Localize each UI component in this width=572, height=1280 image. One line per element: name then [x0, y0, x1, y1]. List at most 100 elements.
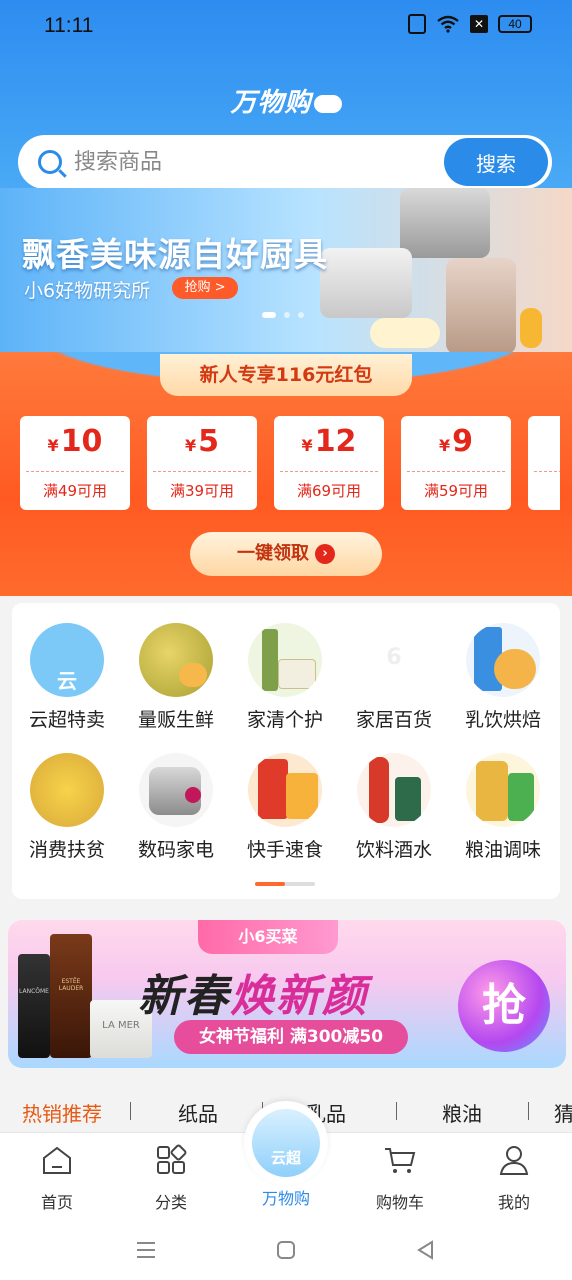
skincare-icon: [248, 623, 322, 697]
coupon-condition: 满39可用: [169, 482, 235, 500]
banner-buy-button[interactable]: 抢购 >: [172, 277, 238, 299]
category-item[interactable]: 云 云超特卖: [12, 623, 122, 732]
coupon-list[interactable]: ¥10 满49可用 ¥5 满39可用 ¥12 满69可用 ¥9 满59可用 ¥ …: [20, 416, 560, 510]
tab-divider: [528, 1102, 529, 1120]
tab-hot[interactable]: 热销推荐: [22, 1098, 102, 1127]
promo-banner[interactable]: LANCÔME ESTĒE LAUDER LA MER 小6买菜 新春焕新颜 女…: [8, 920, 566, 1068]
pagination-dot: [262, 312, 276, 318]
coupon-condition: 满69可用: [296, 482, 362, 500]
milk-icon: [466, 623, 540, 697]
category-label: 快手速食: [246, 839, 323, 861]
coupon-amount: ¥12: [301, 424, 357, 459]
instant-noodle-icon: [248, 753, 322, 827]
profile-icon: [499, 1146, 529, 1175]
nav-home[interactable]: 首页: [0, 1133, 114, 1223]
tab-paper[interactable]: 纸品: [178, 1098, 218, 1127]
nav-label: 首页: [40, 1193, 73, 1212]
coupon-condition: 满59可用: [423, 482, 489, 500]
search-icon: [38, 150, 62, 174]
category-label: 量贩生鲜: [137, 709, 214, 731]
banner-subtitle: 小6好物研究所: [24, 280, 151, 302]
coupon-card[interactable]: ¥12 满69可用: [274, 416, 384, 510]
promo-title: 新春焕新颜: [138, 971, 368, 1022]
coupon-section-title: 新人专享116元红包: [160, 354, 412, 396]
coupon-card[interactable]: ¥5 满39可用: [147, 416, 257, 510]
brand-logo: 万物购: [0, 82, 572, 119]
nav-label: 分类: [154, 1193, 187, 1212]
food-plate-image: [370, 318, 440, 348]
category-item[interactable]: 量贩生鲜: [121, 623, 231, 732]
coupon-amount: ¥10: [47, 424, 103, 459]
coupon-divider: [407, 471, 505, 472]
claim-all-button[interactable]: 一键领取 ›: [190, 532, 382, 576]
category-label: 饮料酒水: [355, 839, 432, 861]
category-label: 家清个护: [246, 709, 323, 731]
status-icons: ✕ 40: [408, 14, 532, 34]
status-bar: 11:11 ✕ 40: [0, 0, 572, 50]
category-item[interactable]: 粮油调味: [448, 753, 558, 862]
nav-wanwugou[interactable]: 云超 万物购: [229, 1101, 343, 1223]
home-goods-icon: 6: [357, 623, 431, 697]
rice-cooker-image: [320, 248, 412, 318]
grab-button[interactable]: 抢: [458, 960, 550, 1052]
home-button-icon[interactable]: [274, 1238, 298, 1262]
category-label: 云超特卖: [28, 709, 105, 731]
category-item[interactable]: 饮料酒水: [339, 753, 449, 862]
promo-tag: 小6买菜: [198, 920, 338, 954]
nav-profile[interactable]: 我的: [457, 1133, 571, 1223]
coupon-amount: ¥9: [438, 424, 473, 459]
search-input[interactable]: [74, 149, 414, 175]
coupon-divider: [26, 471, 124, 472]
tab-grain-oil[interactable]: 粮油: [442, 1098, 482, 1127]
coupon-card[interactable]: ¥9 满59可用: [401, 416, 511, 510]
search-bar[interactable]: 搜索: [18, 135, 552, 189]
system-navigation-bar: [0, 1222, 572, 1280]
hero-banner[interactable]: 飘香美味源自好厨具 小6好物研究所 抢购 >: [0, 188, 572, 360]
category-label: 消费扶贫: [28, 839, 105, 861]
coupon-divider: [534, 471, 560, 472]
tab-divider: [130, 1102, 131, 1120]
coupon-condition: 满: [528, 480, 560, 501]
coupon-amount: ¥: [528, 424, 560, 459]
brand-name: 万物购: [230, 88, 312, 118]
tab-guess[interactable]: 猜: [554, 1098, 572, 1127]
category-item[interactable]: 消费扶贫: [12, 753, 122, 862]
nav-label: 购物车: [375, 1193, 424, 1212]
category-label: 家居百货: [355, 709, 432, 731]
category-item[interactable]: 6 家居百货: [339, 623, 449, 732]
category-item[interactable]: 家清个护: [230, 623, 340, 732]
category-icon: [157, 1144, 187, 1174]
chevron-right-icon: ›: [315, 544, 335, 564]
category-grid: 云 云超特卖 量贩生鲜 家清个护 6 家居百货 乳饮烘焙 消费扶贫 数码家电 快…: [12, 603, 560, 899]
category-item[interactable]: 快手速食: [230, 753, 340, 862]
corn-icon: [30, 753, 104, 827]
status-time: 11:11: [44, 14, 94, 37]
promo-subtitle: 女神节福利 满300减50: [174, 1020, 408, 1054]
back-icon[interactable]: [414, 1238, 438, 1262]
pagination-dot: [284, 312, 290, 318]
juice-image: [520, 308, 542, 348]
menu-icon[interactable]: [134, 1238, 158, 1262]
banner-title: 飘香美味源自好厨具: [22, 235, 328, 274]
coupon-amount: ¥5: [184, 424, 219, 459]
estee-lauder-bottle-image: ESTĒE LAUDER: [50, 934, 92, 1058]
page-indicator-fill: [255, 882, 285, 886]
nav-cart[interactable]: 购物车: [343, 1133, 457, 1223]
vibrate-icon: [408, 14, 426, 34]
nav-label: 万物购: [261, 1189, 310, 1208]
category-item[interactable]: 乳饮烘焙: [448, 623, 558, 732]
coupon-card[interactable]: ¥ 满: [528, 416, 560, 510]
pagination-dot: [298, 312, 304, 318]
cooking-oil-icon: [466, 753, 540, 827]
search-button[interactable]: 搜索: [444, 138, 548, 186]
category-label: 粮油调味: [464, 839, 541, 861]
drinks-icon: [357, 753, 431, 827]
category-page-indicator: [255, 882, 315, 886]
wifi-icon: [437, 15, 459, 33]
coupon-card[interactable]: ¥10 满49可用: [20, 416, 130, 510]
category-item[interactable]: 数码家电: [121, 753, 231, 862]
cloud-supermarket-icon: 云超: [252, 1109, 320, 1177]
tab-divider: [396, 1102, 397, 1120]
durian-icon: [139, 623, 213, 697]
nav-category[interactable]: 分类: [114, 1133, 228, 1223]
